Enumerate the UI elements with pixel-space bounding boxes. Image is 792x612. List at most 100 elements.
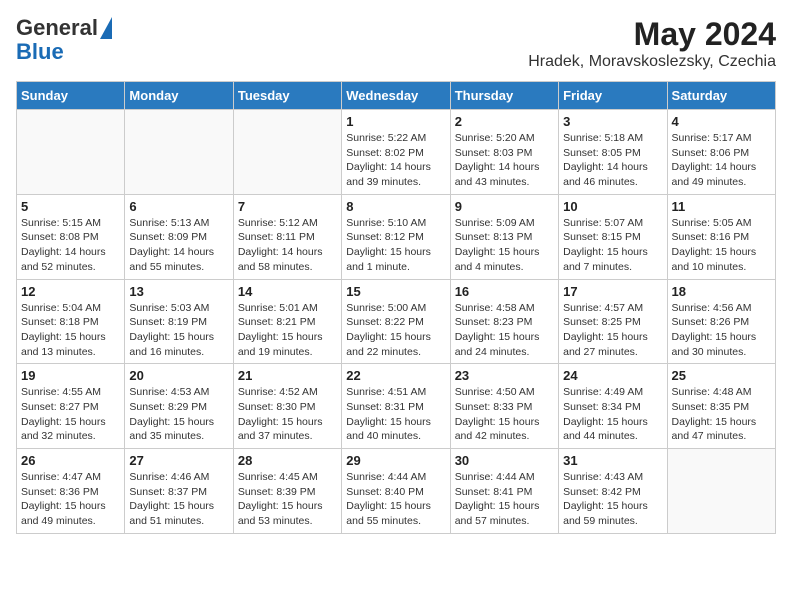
logo-general: General: [16, 16, 98, 40]
logo-blue: Blue: [16, 39, 64, 64]
day-number: 30: [455, 453, 554, 468]
title-block: May 2024 Hradek, Moravskoslezsky, Czechi…: [528, 16, 776, 71]
day-header-wednesday: Wednesday: [342, 82, 450, 110]
calendar-week-row: 26 Sunrise: 4:47 AMSunset: 8:36 PMDayligh…: [17, 449, 776, 534]
calendar-header-row: SundayMondayTuesdayWednesdayThursdayFrid…: [17, 82, 776, 110]
day-number: 20: [129, 368, 228, 383]
calendar-cell: 20Sunrise: 4:53 AMSunset: 8:29 PMDayligh…: [125, 364, 233, 449]
calendar-week-row: 5 Sunrise: 5:15 AMSunset: 8:08 PMDaylight…: [17, 194, 776, 279]
day-number: 10: [563, 199, 662, 214]
page-header: General Blue May 2024 Hradek, Moravskosl…: [16, 16, 776, 71]
day-number: 4: [672, 114, 771, 129]
day-info: Sunrise: 5:15 AMSunset: 8:08 PMDaylight:…: [21, 216, 120, 275]
day-info: Sunrise: 4:58 AMSunset: 8:23 PMDaylight:…: [455, 301, 554, 360]
day-number: 28: [238, 453, 337, 468]
calendar-cell: 26 Sunrise: 4:47 AMSunset: 8:36 PMDayligh…: [17, 449, 125, 534]
calendar-cell: 11Sunrise: 5:05 AMSunset: 8:16 PMDayligh…: [667, 194, 775, 279]
day-info: Sunrise: 4:45 AMSunset: 8:39 PMDaylight:…: [238, 470, 337, 529]
day-info: Sunrise: 4:51 AMSunset: 8:31 PMDaylight:…: [346, 385, 445, 444]
day-info: Sunrise: 5:12 AMSunset: 8:11 PMDaylight:…: [238, 216, 337, 275]
day-number: 5: [21, 199, 120, 214]
calendar-cell: 22 Sunrise: 4:51 AMSunset: 8:31 PMDayligh…: [342, 364, 450, 449]
day-number: 23: [455, 368, 554, 383]
calendar-cell: 18Sunrise: 4:56 AMSunset: 8:26 PMDayligh…: [667, 279, 775, 364]
calendar-cell: 12Sunrise: 5:04 AMSunset: 8:18 PMDayligh…: [17, 279, 125, 364]
day-info: Sunrise: 5:04 AMSunset: 8:18 PMDaylight:…: [21, 301, 120, 360]
calendar-cell: 30 Sunrise: 4:44 AMSunset: 8:41 PMDayligh…: [450, 449, 558, 534]
day-number: 25: [672, 368, 771, 383]
day-info: Sunrise: 5:00 AMSunset: 8:22 PMDaylight:…: [346, 301, 445, 360]
day-number: 8: [346, 199, 445, 214]
calendar-cell: 16 Sunrise: 4:58 AMSunset: 8:23 PMDayligh…: [450, 279, 558, 364]
calendar-cell: 1 Sunrise: 5:22 AMSunset: 8:02 PMDaylight…: [342, 110, 450, 195]
day-number: 9: [455, 199, 554, 214]
calendar-cell: 6 Sunrise: 5:13 AMSunset: 8:09 PMDaylight…: [125, 194, 233, 279]
calendar-cell: [125, 110, 233, 195]
calendar-week-row: 12Sunrise: 5:04 AMSunset: 8:18 PMDayligh…: [17, 279, 776, 364]
calendar-cell: 9 Sunrise: 5:09 AMSunset: 8:13 PMDaylight…: [450, 194, 558, 279]
day-number: 19: [21, 368, 120, 383]
calendar-cell: 4 Sunrise: 5:17 AMSunset: 8:06 PMDaylight…: [667, 110, 775, 195]
day-number: 26: [21, 453, 120, 468]
logo-triangle-icon: [100, 17, 112, 39]
calendar-week-row: 19 Sunrise: 4:55 AMSunset: 8:27 PMDayligh…: [17, 364, 776, 449]
day-number: 24: [563, 368, 662, 383]
day-header-monday: Monday: [125, 82, 233, 110]
calendar-week-row: 1 Sunrise: 5:22 AMSunset: 8:02 PMDaylight…: [17, 110, 776, 195]
day-header-thursday: Thursday: [450, 82, 558, 110]
calendar-cell: 8 Sunrise: 5:10 AMSunset: 8:12 PMDaylight…: [342, 194, 450, 279]
day-info: Sunrise: 4:55 AMSunset: 8:27 PMDaylight:…: [21, 385, 120, 444]
calendar-cell: 15 Sunrise: 5:00 AMSunset: 8:22 PMDayligh…: [342, 279, 450, 364]
day-info: Sunrise: 5:13 AMSunset: 8:09 PMDaylight:…: [129, 216, 228, 275]
day-info: Sunrise: 5:03 AMSunset: 8:19 PMDaylight:…: [129, 301, 228, 360]
calendar-cell: 25 Sunrise: 4:48 AMSunset: 8:35 PMDayligh…: [667, 364, 775, 449]
calendar-cell: 2Sunrise: 5:20 AMSunset: 8:03 PMDaylight…: [450, 110, 558, 195]
day-info: Sunrise: 5:22 AMSunset: 8:02 PMDaylight:…: [346, 131, 445, 190]
day-info: Sunrise: 4:44 AMSunset: 8:40 PMDaylight:…: [346, 470, 445, 529]
calendar-cell: 14Sunrise: 5:01 AMSunset: 8:21 PMDayligh…: [233, 279, 341, 364]
calendar-cell: 31Sunrise: 4:43 AMSunset: 8:42 PMDayligh…: [559, 449, 667, 534]
day-header-saturday: Saturday: [667, 82, 775, 110]
day-number: 6: [129, 199, 228, 214]
day-header-sunday: Sunday: [17, 82, 125, 110]
day-number: 3: [563, 114, 662, 129]
day-info: Sunrise: 4:46 AMSunset: 8:37 PMDaylight:…: [129, 470, 228, 529]
day-info: Sunrise: 5:07 AMSunset: 8:15 PMDaylight:…: [563, 216, 662, 275]
day-info: Sunrise: 4:50 AMSunset: 8:33 PMDaylight:…: [455, 385, 554, 444]
day-info: Sunrise: 4:44 AMSunset: 8:41 PMDaylight:…: [455, 470, 554, 529]
day-number: 21: [238, 368, 337, 383]
logo: General Blue: [16, 16, 112, 64]
calendar-cell: 19 Sunrise: 4:55 AMSunset: 8:27 PMDayligh…: [17, 364, 125, 449]
day-number: 22: [346, 368, 445, 383]
day-info: Sunrise: 5:09 AMSunset: 8:13 PMDaylight:…: [455, 216, 554, 275]
calendar-cell: 5 Sunrise: 5:15 AMSunset: 8:08 PMDaylight…: [17, 194, 125, 279]
calendar-title: May 2024: [528, 16, 776, 53]
day-number: 11: [672, 199, 771, 214]
day-info: Sunrise: 4:48 AMSunset: 8:35 PMDaylight:…: [672, 385, 771, 444]
calendar-cell: 24 Sunrise: 4:49 AMSunset: 8:34 PMDayligh…: [559, 364, 667, 449]
calendar-cell: 7Sunrise: 5:12 AMSunset: 8:11 PMDaylight…: [233, 194, 341, 279]
day-number: 1: [346, 114, 445, 129]
day-info: Sunrise: 5:20 AMSunset: 8:03 PMDaylight:…: [455, 131, 554, 190]
day-number: 14: [238, 284, 337, 299]
calendar-cell: 17Sunrise: 4:57 AMSunset: 8:25 PMDayligh…: [559, 279, 667, 364]
day-number: 16: [455, 284, 554, 299]
day-info: Sunrise: 5:10 AMSunset: 8:12 PMDaylight:…: [346, 216, 445, 275]
day-info: Sunrise: 4:49 AMSunset: 8:34 PMDaylight:…: [563, 385, 662, 444]
calendar-cell: 29Sunrise: 4:44 AMSunset: 8:40 PMDayligh…: [342, 449, 450, 534]
day-info: Sunrise: 4:43 AMSunset: 8:42 PMDaylight:…: [563, 470, 662, 529]
calendar-table: SundayMondayTuesdayWednesdayThursdayFrid…: [16, 81, 776, 534]
day-info: Sunrise: 4:52 AMSunset: 8:30 PMDaylight:…: [238, 385, 337, 444]
day-number: 15: [346, 284, 445, 299]
calendar-subtitle: Hradek, Moravskoslezsky, Czechia: [528, 53, 776, 71]
calendar-cell: 13Sunrise: 5:03 AMSunset: 8:19 PMDayligh…: [125, 279, 233, 364]
calendar-cell: 27Sunrise: 4:46 AMSunset: 8:37 PMDayligh…: [125, 449, 233, 534]
day-info: Sunrise: 4:47 AMSunset: 8:36 PMDaylight:…: [21, 470, 120, 529]
calendar-cell: 21 Sunrise: 4:52 AMSunset: 8:30 PMDayligh…: [233, 364, 341, 449]
day-header-tuesday: Tuesday: [233, 82, 341, 110]
calendar-cell: [17, 110, 125, 195]
day-number: 18: [672, 284, 771, 299]
calendar-cell: [667, 449, 775, 534]
day-info: Sunrise: 5:17 AMSunset: 8:06 PMDaylight:…: [672, 131, 771, 190]
calendar-cell: 3Sunrise: 5:18 AMSunset: 8:05 PMDaylight…: [559, 110, 667, 195]
